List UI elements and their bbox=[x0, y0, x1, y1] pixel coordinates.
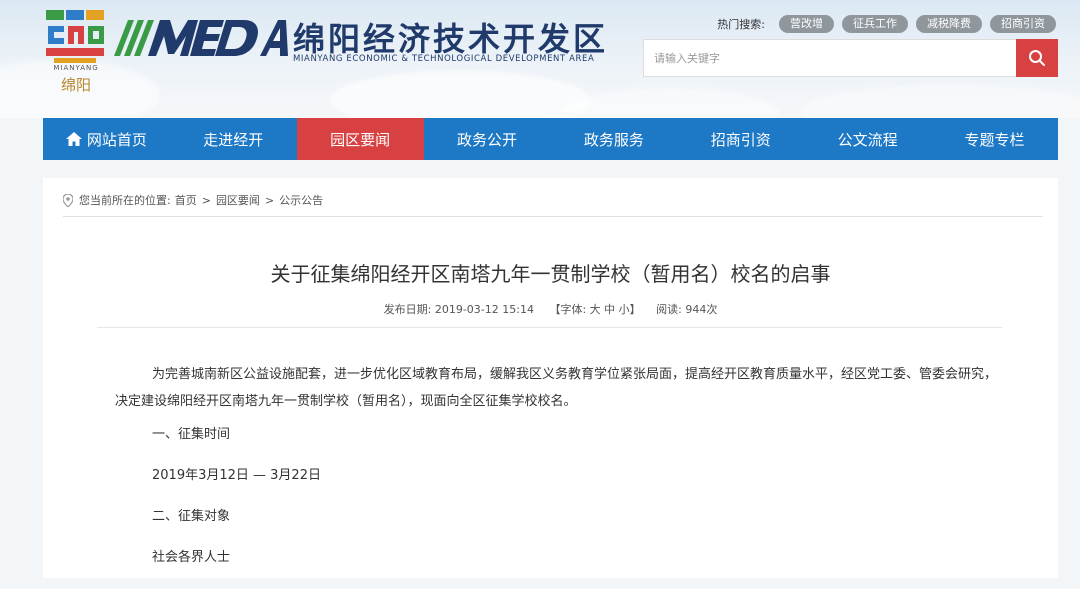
nav-item-topics[interactable]: 专题专栏 bbox=[931, 118, 1058, 160]
section-heading: 一、征集时间 bbox=[152, 427, 231, 442]
nav-item-label: 政务服务 bbox=[583, 130, 644, 149]
article-title: 关于征集绵阳经开区南塔九年一贯制学校（暂用名）校名的启事 bbox=[270, 262, 831, 286]
emblem-logo[interactable] bbox=[44, 8, 108, 66]
section-text: 社会各界人士 bbox=[152, 550, 231, 565]
divider bbox=[97, 327, 1002, 328]
nav-item-label: 政务公开 bbox=[457, 130, 518, 149]
nav-item-news[interactable]: 园区要闻 bbox=[296, 118, 424, 160]
hot-tag[interactable]: 营改增 bbox=[779, 15, 834, 33]
nav-item-label: 公文流程 bbox=[837, 130, 898, 149]
main-nav: 网站首页 走进经开 园区要闻 政务公开 政务服务 招商引资 公文流程 专题专栏 bbox=[43, 118, 1058, 160]
nav-item-about[interactable]: 走进经开 bbox=[170, 118, 297, 160]
hot-search: 热门搜索: 营改增 征兵工作 减税降费 招商引资 bbox=[717, 15, 1056, 33]
hot-tag[interactable]: 招商引资 bbox=[990, 15, 1056, 33]
breadcrumb: 您当前所在的位置: 首页 > 园区要闻 > 公示公告 bbox=[63, 192, 323, 208]
nav-item-label: 走进经开 bbox=[203, 130, 264, 149]
article-body: 为完善城南新区公益设施配套，进一步优化区域教育布局，缓解我区义务教育学位紧张局面… bbox=[115, 361, 1003, 589]
emblem-subtitle: MIANYANG bbox=[53, 64, 99, 72]
publish-date: 发布日期: 2019-03-12 15:14 bbox=[383, 303, 534, 316]
section-text: 2019年3月12日 — 3月22日 bbox=[152, 468, 321, 483]
search-bar bbox=[643, 39, 1058, 77]
breadcrumb-separator: > bbox=[264, 193, 275, 207]
nav-item-gov-open[interactable]: 政务公开 bbox=[424, 118, 551, 160]
breadcrumb-link-news[interactable]: 园区要闻 bbox=[216, 192, 260, 208]
nav-item-investment[interactable]: 招商引资 bbox=[677, 118, 804, 160]
emblem-city-name: 绵阳 bbox=[60, 76, 91, 94]
breadcrumb-link-notice[interactable]: 公示公告 bbox=[279, 192, 323, 208]
nav-item-label: 招商引资 bbox=[710, 130, 771, 149]
meda-logo[interactable] bbox=[112, 10, 290, 64]
article-meta: 发布日期: 2019-03-12 15:14 【字体: 大 中 小】 阅读: 9… bbox=[43, 301, 1058, 317]
nav-item-home[interactable]: 网站首页 bbox=[43, 118, 170, 160]
site-title-english: MIANYANG ECONOMIC & TECHNOLOGICAL DEVELO… bbox=[293, 54, 595, 64]
breadcrumb-separator: > bbox=[201, 193, 211, 207]
nav-item-label: 网站首页 bbox=[86, 130, 147, 149]
hot-tag[interactable]: 征兵工作 bbox=[842, 15, 908, 33]
hot-tag[interactable]: 减税降费 bbox=[916, 15, 982, 33]
search-icon bbox=[1029, 50, 1045, 66]
nav-item-label: 专题专栏 bbox=[964, 130, 1025, 149]
content-panel: 您当前所在的位置: 首页 > 园区要闻 > 公示公告 关于征集绵阳经开区南塔九年… bbox=[43, 178, 1058, 578]
view-count: 阅读: 944次 bbox=[656, 303, 718, 316]
breadcrumb-link-home[interactable]: 首页 bbox=[175, 192, 197, 208]
site-header: MIANYANG 绵阳 绵阳经济技术开发区 MIANYANG ECONOMIC … bbox=[0, 0, 1080, 118]
nav-item-documents[interactable]: 公文流程 bbox=[804, 118, 931, 160]
article-paragraph: 为完善城南新区公益设施配套，进一步优化区域教育布局，缓解我区义务教育学位紧张局面… bbox=[115, 367, 998, 409]
nav-item-gov-service[interactable]: 政务服务 bbox=[551, 118, 678, 160]
divider bbox=[63, 216, 1043, 217]
search-input[interactable] bbox=[643, 39, 1016, 77]
font-size-control[interactable]: 【字体: 大 中 小】 bbox=[549, 303, 640, 316]
breadcrumb-prefix: 您当前所在的位置: bbox=[79, 194, 171, 207]
home-icon bbox=[65, 132, 82, 146]
search-button[interactable] bbox=[1016, 39, 1058, 77]
hot-search-label: 热门搜索: bbox=[717, 18, 765, 31]
nav-item-label: 园区要闻 bbox=[330, 130, 391, 149]
section-heading: 二、征集对象 bbox=[152, 509, 231, 524]
location-pin-icon bbox=[63, 193, 73, 207]
